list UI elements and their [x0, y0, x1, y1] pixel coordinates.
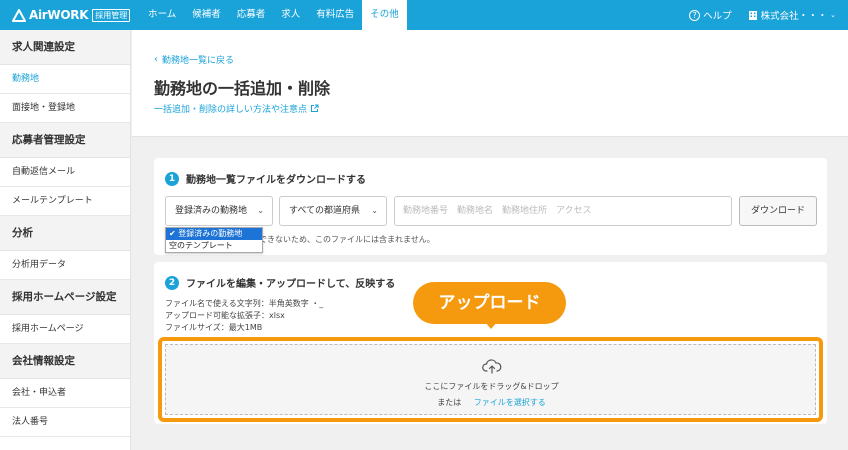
- sidebar-section-analysis: 分析: [0, 216, 130, 251]
- help-link[interactable]: ? ヘルプ: [689, 8, 732, 22]
- nav-other[interactable]: その他: [362, 0, 407, 30]
- detail-link[interactable]: 一括追加・削除の詳しい方法や注意点: [154, 102, 319, 115]
- rule-filesize: ファイルサイズ：最大1MB: [165, 323, 263, 332]
- cloud-upload-icon: [482, 359, 502, 374]
- step2-title-text: ファイルを編集・アップロードして、反映する: [186, 279, 396, 290]
- back-link-label: 勤務地一覧に戻る: [162, 56, 235, 66]
- dropdown-option-empty-template[interactable]: 空のテンプレート: [166, 240, 262, 252]
- company-menu[interactable]: 株式会社・・・ ⌄: [748, 8, 836, 22]
- search-input[interactable]: 勤務地番号 勤務地名 勤務地住所 アクセス: [394, 196, 732, 226]
- page-title: 勤務地の一括追加・削除: [154, 79, 331, 98]
- sidebar-section-homepage-settings: 採用ホームページ設定: [0, 280, 130, 315]
- question-icon: ?: [689, 9, 701, 21]
- location-type-select[interactable]: 登録済みの勤務地 ⌄: [165, 196, 273, 226]
- brand-logo[interactable]: AirWORK 採用管理: [0, 0, 140, 30]
- sidebar-item-interview-location[interactable]: 面接地・登録地: [0, 94, 130, 123]
- main-content: ‹ 勤務地一覧に戻る 勤務地の一括追加・削除 一括追加・削除の詳しい方法や注意点…: [132, 30, 848, 450]
- building-icon: [748, 11, 757, 20]
- step2-number: 2: [165, 275, 179, 290]
- sidebar-section-applicant-settings: 応募者管理設定: [0, 123, 130, 158]
- prefecture-value: すべての都道府県: [289, 206, 361, 216]
- airwork-logo-icon: [12, 8, 26, 22]
- sidebar-section-job-settings: 求人関連設定: [0, 30, 130, 65]
- download-note: できないため、このファイルには含まれません。: [259, 235, 435, 244]
- sidebar-item-corporate-number[interactable]: 法人番号: [0, 408, 130, 437]
- rule-extension: アップロード可能な拡張子：xlsx: [165, 311, 285, 320]
- upload-highlight: ここにファイルをドラッグ&ドロップ または ファイルを選択する: [158, 337, 823, 422]
- nav-candidates[interactable]: 候補者: [184, 0, 229, 30]
- detail-link-label: 一括追加・削除の詳しい方法や注意点: [154, 105, 308, 115]
- company-name: 株式会社・・・: [760, 11, 828, 22]
- or-label: または: [437, 398, 462, 407]
- upload-callout-pointer: [485, 322, 497, 329]
- sidebar-item-work-location[interactable]: 勤務地: [0, 65, 130, 94]
- brand-badge: 採用管理: [92, 8, 131, 22]
- brand-name: AirWORK: [29, 8, 89, 22]
- main-nav: ホーム 候補者 応募者 求人 有料広告 その他: [140, 0, 407, 30]
- drop-alternative: または ファイルを選択する: [166, 397, 817, 408]
- back-link[interactable]: ‹ 勤務地一覧に戻る: [154, 53, 234, 66]
- step1-number: 1: [165, 171, 179, 186]
- step1-title: 1 勤務地一覧ファイルをダウンロードする: [165, 171, 366, 186]
- dropdown-option-registered[interactable]: ✔ 登録済みの勤務地: [166, 228, 262, 240]
- step2-title: 2 ファイルを編集・アップロードして、反映する: [165, 275, 395, 290]
- nav-home[interactable]: ホーム: [140, 0, 184, 30]
- nav-paid-ads[interactable]: 有料広告: [308, 0, 362, 30]
- external-link-icon: [311, 104, 319, 112]
- upload-callout: アップロード: [413, 282, 566, 324]
- nav-applicants[interactable]: 応募者: [229, 0, 274, 30]
- step1-card: 1 勤務地一覧ファイルをダウンロードする 登録済みの勤務地 ⌄ すべての都道府県…: [154, 158, 827, 255]
- sidebar-item-homepage[interactable]: 採用ホームページ: [0, 315, 130, 344]
- location-type-dropdown: ✔ 登録済みの勤務地 空のテンプレート: [165, 227, 263, 253]
- chevron-down-icon: ⌄: [257, 206, 264, 215]
- prefecture-select[interactable]: すべての都道府県 ⌄: [279, 196, 387, 226]
- drop-instruction: ここにファイルをドラッグ&ドロップ: [424, 382, 559, 391]
- chevron-down-icon: ⌄: [830, 11, 836, 19]
- location-type-value: 登録済みの勤務地: [175, 206, 248, 216]
- sidebar-item-analysis-data[interactable]: 分析用データ: [0, 251, 130, 280]
- help-label: ヘルプ: [703, 11, 732, 22]
- top-bar: AirWORK 採用管理 ホーム 候補者 応募者 求人 有料広告 その他 ? ヘ…: [0, 0, 848, 30]
- chevron-down-icon: ⌄: [371, 206, 378, 215]
- sidebar: 求人関連設定 勤務地 面接地・登録地 応募者管理設定 自動返信メール メールテン…: [0, 30, 131, 450]
- sidebar-section-company-settings: 会社情報設定: [0, 344, 130, 379]
- sidebar-item-company[interactable]: 会社・申込者: [0, 379, 130, 408]
- chevron-left-icon: ‹: [154, 54, 158, 65]
- step1-title-text: 勤務地一覧ファイルをダウンロードする: [186, 175, 366, 186]
- rule-filename: ファイル名で使える文字列：半角英数字 ・_: [165, 299, 324, 308]
- select-file-link[interactable]: ファイルを選択する: [474, 398, 546, 407]
- download-button[interactable]: ダウンロード: [739, 196, 817, 226]
- file-drop-zone[interactable]: ここにファイルをドラッグ&ドロップ または ファイルを選択する: [165, 344, 816, 415]
- sidebar-item-mail-template[interactable]: メールテンプレート: [0, 187, 130, 216]
- nav-jobs[interactable]: 求人: [273, 0, 308, 30]
- upload-rules: ファイル名で使える文字列：半角英数字 ・_ アップロード可能な拡張子：xlsx …: [165, 298, 323, 334]
- page-header: ‹ 勤務地一覧に戻る 勤務地の一括追加・削除 一括追加・削除の詳しい方法や注意点: [132, 30, 848, 137]
- sidebar-item-auto-reply[interactable]: 自動返信メール: [0, 158, 130, 187]
